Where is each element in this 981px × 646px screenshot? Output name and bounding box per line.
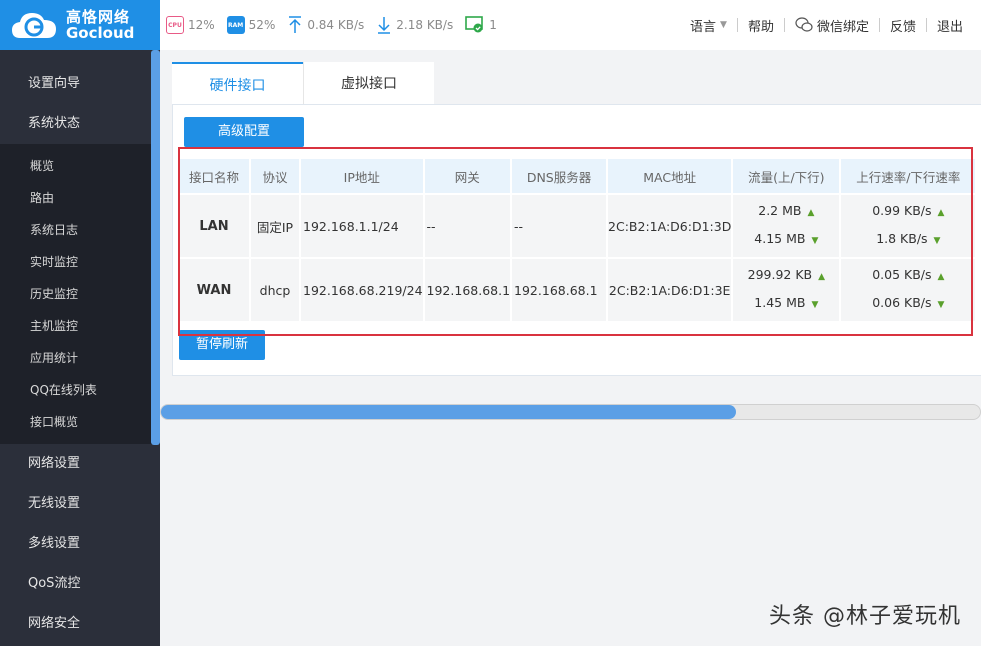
cell-name: WAN xyxy=(179,259,249,321)
table-header-row: 接口名称 协议 IP地址 网关 DNS服务器 MAC地址 流量(上/下行) 上行… xyxy=(179,159,976,193)
cpu-stat: CPU 12% xyxy=(166,16,215,34)
col-dns: DNS服务器 xyxy=(512,159,607,193)
top-status-bar: CPU 12% RAM 52% 0.84 KB/s 2.18 KB/s 1 语言… xyxy=(160,0,981,50)
sidebar-item-qos[interactable]: QoS流控 xyxy=(0,564,160,604)
ram-icon: RAM xyxy=(226,16,245,34)
ram-stat: RAM 52% xyxy=(226,16,276,34)
up-arrow-icon: ▲ xyxy=(937,208,945,218)
sidebar-item-route[interactable]: 路由 xyxy=(0,182,160,214)
pause-refresh-button[interactable]: 暂停刷新 xyxy=(179,330,265,360)
cell-gateway: 192.168.68.1 xyxy=(424,259,511,321)
cell-protocol: dhcp xyxy=(251,259,299,321)
cell-mac: 2C:B2:1A:D6:D1:3E xyxy=(608,259,732,321)
tab-virtual-interface[interactable]: 虚拟接口 xyxy=(303,62,434,104)
monitor-check-icon xyxy=(465,16,484,33)
brand-cn: 高恪网络 xyxy=(66,8,131,26)
down-arrow-icon: ▼ xyxy=(937,300,945,310)
cloud-logo-icon xyxy=(10,8,58,42)
sidebar-item-setup-wizard[interactable]: 设置向导 xyxy=(0,64,160,104)
cell-dns: 192.168.68.1 xyxy=(512,259,607,321)
col-traffic: 流量(上/下行) xyxy=(733,159,840,193)
table-row: LAN 固定IP 192.168.1.1/24 -- -- 2C:B2:1A:D… xyxy=(179,195,976,257)
language-menu[interactable]: 语言 ▼ xyxy=(680,16,737,35)
sidebar-item-host-monitor[interactable]: 主机监控 xyxy=(0,310,160,342)
sidebar-item-history-monitor[interactable]: 历史监控 xyxy=(0,278,160,310)
advanced-config-button[interactable]: 高级配置 xyxy=(184,117,304,147)
up-arrow-icon: ▲ xyxy=(818,272,826,282)
col-rate: 上行速率/下行速率 xyxy=(841,159,976,193)
download-arrow-icon xyxy=(378,17,391,34)
sidebar: 设置向导 系统状态 概览 路由 系统日志 实时监控 历史监控 主机监控 应用统计… xyxy=(0,50,160,646)
brand-en: Gocloud xyxy=(66,24,135,42)
cell-dns: -- xyxy=(512,195,607,257)
sidebar-item-qq-online[interactable]: QQ在线列表 xyxy=(0,374,160,406)
interface-tabs: 硬件接口 虚拟接口 xyxy=(172,62,434,104)
sidebar-scrollbar[interactable] xyxy=(151,50,160,445)
wechat-bind-link[interactable]: 微信绑定 xyxy=(785,16,879,35)
caret-down-icon: ▼ xyxy=(720,20,727,30)
cell-protocol: 固定IP xyxy=(251,195,299,257)
down-arrow-icon: ▼ xyxy=(811,236,819,246)
cell-gateway: -- xyxy=(424,195,511,257)
horizontal-scrollbar-thumb[interactable] xyxy=(161,405,736,419)
sidebar-item-realtime-monitor[interactable]: 实时监控 xyxy=(0,246,160,278)
download-stat: 2.18 KB/s xyxy=(376,16,453,34)
cell-mac: 2C:B2:1A:D6:D1:3D xyxy=(608,195,732,257)
col-protocol: 协议 xyxy=(251,159,299,193)
download-value: 2.18 KB/s xyxy=(396,18,454,32)
top-menu: 语言 ▼ 帮助 微信绑定 反馈 退出 xyxy=(680,0,973,50)
devices-value: 1 xyxy=(489,18,497,32)
cell-rate: 0.99 KB/s ▲ 1.8 KB/s ▼ xyxy=(841,195,976,257)
cell-traffic: 2.2 MB ▲ 4.15 MB ▼ xyxy=(733,195,840,257)
col-mac: MAC地址 xyxy=(608,159,732,193)
horizontal-scrollbar[interactable] xyxy=(160,404,981,420)
sidebar-item-app-stats[interactable]: 应用统计 xyxy=(0,342,160,374)
ram-value: 52% xyxy=(248,18,276,32)
cpu-icon: CPU xyxy=(166,16,184,34)
up-arrow-icon: ▲ xyxy=(807,208,815,218)
cell-ip: 192.168.1.1/24 xyxy=(301,195,423,257)
cell-rate: 0.05 KB/s ▲ 0.06 KB/s ▼ xyxy=(841,259,976,321)
upload-stat: 0.84 KB/s xyxy=(287,16,364,34)
sidebar-item-system-log[interactable]: 系统日志 xyxy=(0,214,160,246)
sidebar-item-interface-overview[interactable]: 接口概览 xyxy=(0,406,160,438)
help-link[interactable]: 帮助 xyxy=(738,16,784,35)
devices-stat[interactable]: 1 xyxy=(465,16,497,34)
tab-hardware-interface[interactable]: 硬件接口 xyxy=(172,62,303,104)
col-interface-name: 接口名称 xyxy=(179,159,249,193)
sidebar-item-overview[interactable]: 概览 xyxy=(0,150,160,182)
sidebar-item-wireless-settings[interactable]: 无线设置 xyxy=(0,484,160,524)
logo: 高恪网络 Gocloud xyxy=(0,0,160,50)
logout-link[interactable]: 退出 xyxy=(927,16,973,35)
up-arrow-icon: ▲ xyxy=(937,272,945,282)
feedback-link[interactable]: 反馈 xyxy=(880,16,926,35)
down-arrow-icon: ▼ xyxy=(811,300,819,310)
cell-name: LAN xyxy=(179,195,249,257)
upload-arrow-icon xyxy=(289,16,302,33)
sidebar-item-network-settings[interactable]: 网络设置 xyxy=(0,444,160,484)
sidebar-item-system-status[interactable]: 系统状态 xyxy=(0,104,160,144)
cell-traffic: 299.92 KB ▲ 1.45 MB ▼ xyxy=(733,259,840,321)
upload-value: 0.84 KB/s xyxy=(307,18,365,32)
cpu-value: 12% xyxy=(188,18,215,32)
col-ip: IP地址 xyxy=(301,159,423,193)
col-gateway: 网关 xyxy=(424,159,511,193)
interface-table: 接口名称 协议 IP地址 网关 DNS服务器 MAC地址 流量(上/下行) 上行… xyxy=(177,157,977,323)
down-arrow-icon: ▼ xyxy=(933,236,941,246)
watermark: 头条 @林子爱玩机 xyxy=(769,604,961,629)
interface-panel: 高级配置 接口名称 协议 IP地址 网关 DNS服务器 MAC地址 流量(上/下… xyxy=(172,104,981,376)
table-row: WAN dhcp 192.168.68.219/24 192.168.68.1 … xyxy=(179,259,976,321)
wechat-icon xyxy=(795,17,813,32)
sidebar-item-multiline-settings[interactable]: 多线设置 xyxy=(0,524,160,564)
cell-ip: 192.168.68.219/24 xyxy=(301,259,423,321)
sidebar-item-network-security[interactable]: 网络安全 xyxy=(0,604,160,644)
sidebar-submenu: 概览 路由 系统日志 实时监控 历史监控 主机监控 应用统计 QQ在线列表 接口… xyxy=(0,144,160,444)
